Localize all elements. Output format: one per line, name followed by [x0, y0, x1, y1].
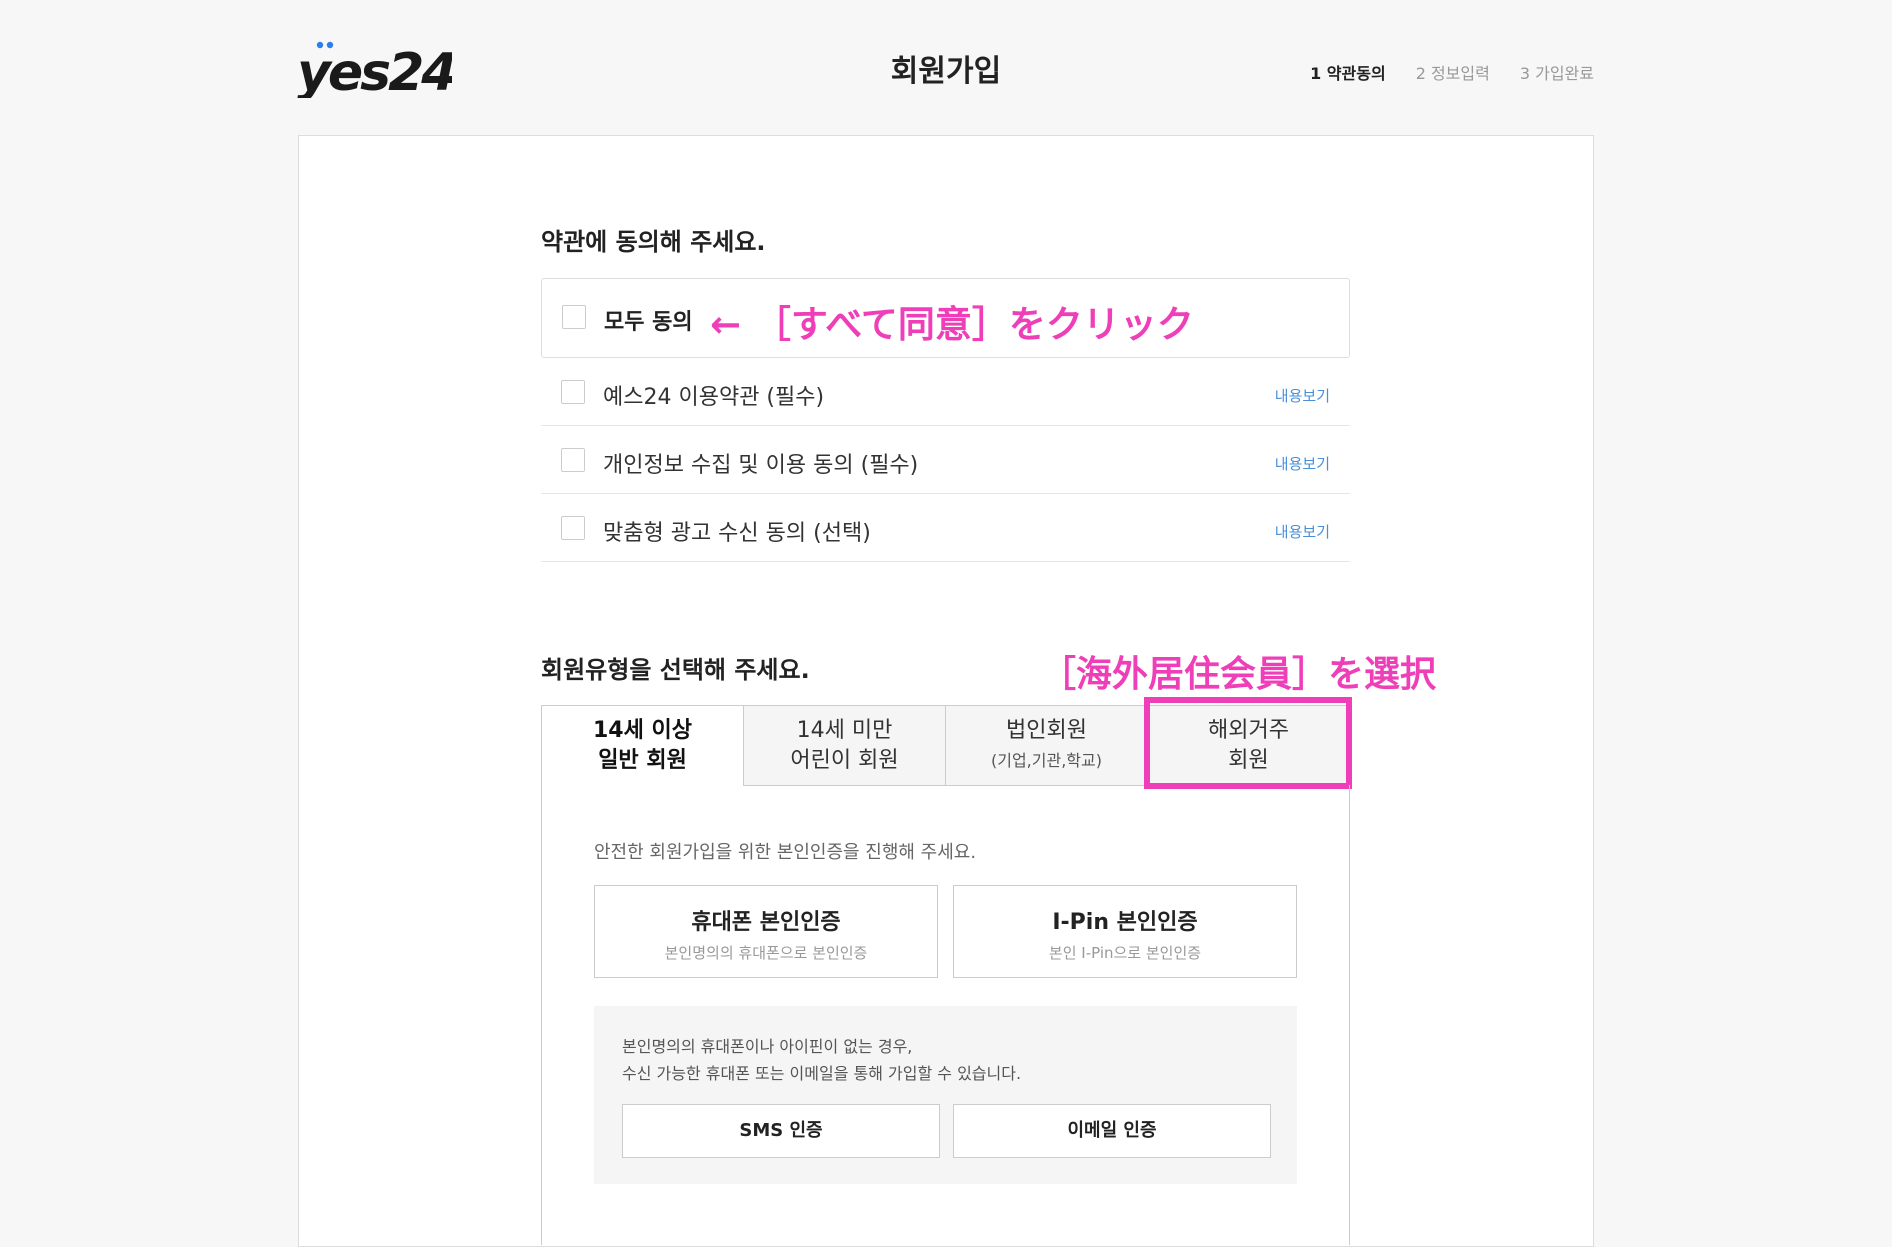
button-title: I-Pin 본인인증: [1052, 910, 1198, 935]
overseas-tab-highlight: [1144, 697, 1352, 789]
term-checkbox[interactable]: [561, 448, 585, 472]
term-row-yes24-terms[interactable]: 예스24 이용약관 (필수) 내용보기: [541, 358, 1350, 426]
tab-general-member[interactable]: 14세 이상 일반 회원: [541, 705, 744, 786]
membership-section-title: 회원유형을 선택해 주세요.: [541, 656, 810, 684]
agree-all-checkbox[interactable]: [562, 305, 586, 329]
view-details-link[interactable]: 내용보기: [1275, 453, 1330, 474]
terms-section-title: 약관에 동의해 주세요.: [541, 228, 766, 256]
email-verification-button[interactable]: 이메일 인증: [953, 1104, 1271, 1158]
alt-text-line1: 본인명의의 휴대폰이나 아이핀이 없는 경우,: [622, 1037, 913, 1056]
term-checkbox[interactable]: [561, 516, 585, 540]
agree-all-label[interactable]: 모두 동의: [604, 304, 693, 336]
step-complete: 3 가입완료: [1519, 64, 1594, 83]
button-title: 휴대폰 본인인증: [691, 910, 841, 935]
tab-label-line1: 14세 이상: [593, 718, 692, 743]
ipin-verification-button[interactable]: I-Pin 본인인증 본인 I-Pin으로 본인인증: [953, 885, 1297, 978]
alternative-verification-box: 본인명의의 휴대폰이나 아이핀이 없는 경우, 수신 가능한 휴대폰 또는 이메…: [594, 1006, 1297, 1184]
step-info-input: 2 정보입력: [1415, 64, 1490, 83]
term-row-privacy[interactable]: 개인정보 수집 및 이용 동의 (필수) 내용보기: [541, 426, 1350, 494]
agree-all-annotation: ← ［すべて同意］をクリック: [710, 303, 1194, 346]
button-subtitle: 본인 I-Pin으로 본인인증: [1048, 944, 1202, 962]
page-title: 회원가입: [890, 54, 1002, 89]
step-terms-agreement: 1 약관동의: [1310, 64, 1386, 83]
verification-description: 안전한 회원가입을 위한 본인인증을 진행해 주세요.: [594, 842, 977, 863]
step-indicator: 1 약관동의 2 정보입력 3 가입완료: [1310, 60, 1594, 84]
button-subtitle: 본인명의의 휴대폰으로 본인인증: [664, 944, 868, 962]
alternative-text: 본인명의의 휴대폰이나 아이핀이 없는 경우, 수신 가능한 휴대폰 또는 이메…: [622, 1033, 1021, 1087]
phone-verification-button[interactable]: 휴대폰 본인인증 본인명의의 휴대폰으로 본인인증: [594, 885, 938, 978]
tab-label-sub: (기업,기관,학교): [991, 750, 1102, 770]
alt-text-line2: 수신 가능한 휴대폰 또는 이메일을 통해 가입할 수 있습니다.: [622, 1064, 1022, 1083]
term-checkbox[interactable]: [561, 380, 585, 404]
tab-label-line2: 일반 회원: [598, 748, 687, 773]
view-details-link[interactable]: 내용보기: [1275, 385, 1330, 406]
view-details-link[interactable]: 내용보기: [1275, 521, 1330, 542]
term-row-ad-consent[interactable]: 맞춤형 광고 수신 동의 (선택) 내용보기: [541, 494, 1350, 562]
term-label: 예스24 이용약관 (필수): [603, 385, 825, 410]
tab-label-line1: 법인회원: [1006, 717, 1087, 743]
tab-corporate-member[interactable]: 법인회원 (기업,기관,학교): [945, 705, 1148, 786]
tab-label-line2: 어린이 회원: [790, 747, 899, 773]
term-label: 개인정보 수집 및 이용 동의 (필수): [603, 453, 919, 478]
tab-child-member[interactable]: 14세 미만 어린이 회원: [743, 705, 946, 786]
overseas-annotation: ［海外居住会員］を選択: [1040, 654, 1437, 695]
tab-label-line1: 14세 미만: [796, 717, 893, 743]
term-label: 맞춤형 광고 수신 동의 (선택): [603, 521, 871, 546]
sms-verification-button[interactable]: SMS 인증: [622, 1104, 940, 1158]
